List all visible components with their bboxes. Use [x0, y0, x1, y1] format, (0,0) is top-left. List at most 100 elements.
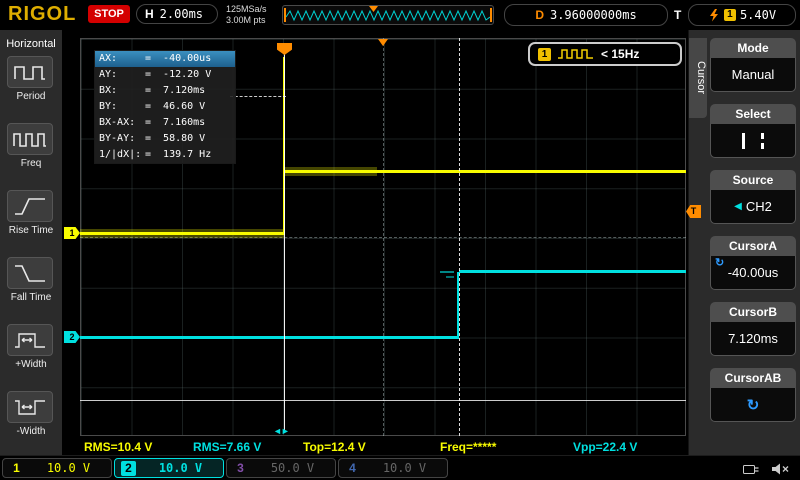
menu-item-cursor-a[interactable]: CursorA ↻ -40.00us: [710, 236, 796, 290]
source-left-arrow-icon: ◀: [734, 201, 742, 212]
sample-rate: 125MSa/s: [226, 4, 267, 14]
channel-3-scale: 50.0 V: [270, 461, 315, 475]
cursor-a-drag-arrows-icon[interactable]: ◄►: [273, 426, 290, 436]
period-icon: [7, 56, 53, 88]
run-state-badge[interactable]: STOP: [88, 5, 130, 23]
sidebar-item-minus-width[interactable]: -Width: [7, 391, 55, 437]
measurement-freq: Freq=*****: [440, 440, 497, 454]
cursor-lines-icon: [710, 124, 796, 158]
source-value: CH2: [745, 199, 772, 214]
lightning-icon: [709, 8, 718, 21]
rigol-logo: RIGOL: [8, 3, 77, 25]
fall-time-icon: [7, 257, 53, 289]
cursor-row-inv-dx: 1/|dX|: = 139.7 Hz: [99, 149, 212, 160]
sidebar-item-freq[interactable]: Freq: [7, 123, 55, 169]
preview-right-bracket-icon: [490, 8, 492, 22]
minus-width-icon: [7, 391, 53, 423]
channel-1-box[interactable]: 1 10.0 V: [2, 458, 112, 478]
trigger-level-value: 5.40V: [739, 8, 777, 22]
cursor-row-by: BY: = 46.60 V: [99, 101, 206, 112]
rotate-icon: ↻: [746, 396, 760, 414]
menu-item-cursor-ab[interactable]: CursorAB ↻: [710, 368, 796, 422]
cursor-a-value: -40.00us: [727, 265, 779, 280]
measurement-rms-ch1: RMS=10.4 V: [84, 440, 153, 454]
top-status-bar: RIGOL STOP H 2.00ms 125MSa/s 3.00M pts D…: [0, 0, 800, 30]
ch1-trace-high: [285, 170, 686, 173]
sidebar-item-plus-width[interactable]: +Width: [7, 324, 55, 370]
delay-readout[interactable]: D 3.96000000ms: [504, 4, 668, 26]
measurement-top-ch1: Top=12.4 V: [303, 440, 366, 454]
ch2-trace-high: [459, 270, 686, 273]
menu-item-select[interactable]: Select: [710, 104, 796, 158]
sidebar-item-rise-time[interactable]: Rise Time: [7, 190, 55, 236]
channel-status-bar: 1 10.0 V 2 10.0 V 3 50.0 V 4 10.0 V: [0, 455, 800, 480]
channel-4-badge: 4: [349, 460, 356, 475]
pulse-train-icon: [558, 49, 593, 59]
cursor-horizontal-line-low: [80, 400, 686, 401]
rise-time-icon: [7, 190, 53, 222]
menu-item-source[interactable]: Source ◀ CH2: [710, 170, 796, 224]
cursor-b-line[interactable]: [459, 38, 460, 436]
cursor-menu-sidebar: Cursor Mode Manual Select Source ◀ CH2 C…: [688, 30, 800, 455]
cursor-row-byay: BY-AY: = 58.80 V: [99, 133, 206, 144]
channel-2-scale: 10.0 V: [158, 461, 203, 475]
trigger-channel-badge: 1: [538, 47, 551, 61]
sidebar-item-fall-time[interactable]: Fall Time: [7, 257, 55, 303]
rotate-icon: ↻: [715, 257, 725, 269]
cursor-row-ax: AX: = -40.00us: [95, 51, 235, 67]
trigger-frequency-value: < 15Hz: [601, 47, 640, 61]
channel-2-box[interactable]: 2 10.0 V: [114, 458, 224, 478]
ch2-trace-low: [80, 336, 459, 339]
trigger-frequency-badge: 1 < 15Hz: [528, 42, 682, 66]
mode-value: Manual: [731, 67, 775, 82]
sidebar-item-period[interactable]: Period: [7, 56, 55, 102]
channel-1-scale: 10.0 V: [46, 461, 91, 475]
ch2-trace-pre-noise: [440, 271, 454, 273]
cursor-a-line[interactable]: [284, 48, 285, 433]
menu-item-mode[interactable]: Mode Manual: [710, 38, 796, 92]
plus-width-icon: [7, 324, 53, 356]
cursor-readout-panel: AX: = -40.00us AY: = -12.20 V BX: = 7.120ms…: [94, 50, 236, 164]
t-label: T: [674, 8, 682, 22]
h-label: H: [145, 7, 154, 21]
cursor-row-bxax: BX-AX: = 7.160ms: [99, 117, 206, 128]
d-label: D: [535, 8, 544, 22]
ch2-ground-marker[interactable]: 2: [64, 331, 80, 343]
horizontal-timebase-readout[interactable]: H 2.00ms: [136, 4, 218, 24]
waveform-display: ◄► 1 2 T AX: = -40.00us AY: = -12.20 V BX:…: [62, 30, 701, 455]
waveform-preview[interactable]: [282, 5, 494, 25]
ch2-trace-pre-noise: [446, 276, 454, 278]
cursor-row-bx: BX: = 7.120ms: [99, 85, 206, 96]
memory-depth: 3.00M pts: [226, 15, 266, 25]
channel-2-badge: 2: [121, 460, 136, 476]
menu-item-cursor-b[interactable]: CursorB 7.120ms: [710, 302, 796, 356]
horizontal-measure-sidebar: Horizontal Period Freq Rise Time Fall Ti…: [0, 30, 62, 455]
freq-icon: [7, 123, 53, 155]
channel-1-badge: 1: [13, 460, 20, 475]
cursor-b-bar-icon: [761, 132, 764, 149]
timebase-value: 2.00ms: [159, 7, 204, 21]
channel-4-box[interactable]: 4 10.0 V: [338, 458, 448, 478]
cursor-horizontal-line-high: [230, 96, 286, 97]
channel-4-scale: 10.0 V: [382, 461, 427, 475]
preview-left-bracket-icon: [284, 8, 286, 22]
acquisition-info: 125MSa/s 3.00M pts: [226, 4, 267, 26]
delay-value: 3.96000000ms: [549, 8, 637, 22]
ch1-ground-marker[interactable]: 1: [64, 227, 80, 239]
measurement-vpp-ch2: Vpp=22.4 V: [573, 440, 638, 454]
trigger-readout[interactable]: 1 5.40V: [688, 4, 796, 26]
menu-tab-cursor[interactable]: Cursor: [689, 38, 707, 118]
speaker-muted-icon: [772, 463, 789, 475]
ch1-trace-low: [80, 232, 284, 235]
cursor-a-bar-icon: [742, 132, 745, 149]
cursor-row-ay: AY: = -12.20 V: [99, 69, 212, 80]
channel-3-box[interactable]: 3 50.0 V: [226, 458, 336, 478]
cursor-b-value: 7.120ms: [728, 331, 778, 346]
oscilloscope-screen: RIGOL STOP H 2.00ms 125MSa/s 3.00M pts D…: [0, 0, 800, 480]
measurement-rms-ch2: RMS=7.66 V: [193, 440, 262, 454]
preview-wave-icon: [285, 9, 491, 22]
sidebar-title: Horizontal: [6, 38, 56, 50]
trigger-source-badge: 1: [723, 9, 736, 21]
usb-icon: [743, 465, 759, 474]
channel-3-badge: 3: [237, 460, 244, 475]
